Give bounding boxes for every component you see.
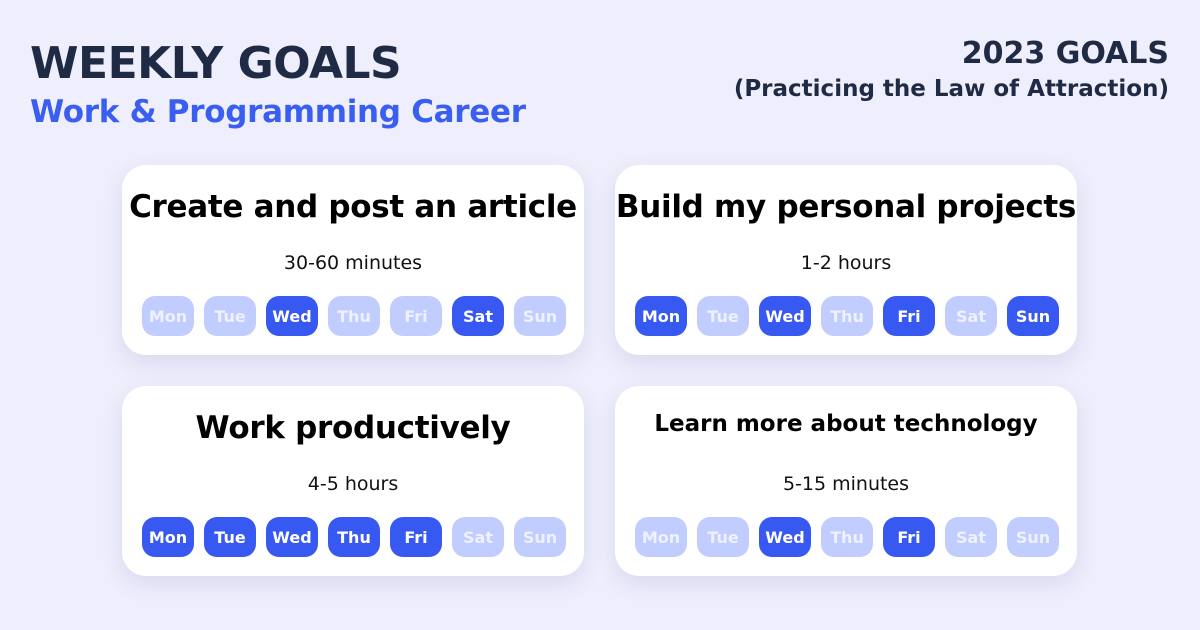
header-left: WEEKLY GOALS Work & Programming Career [30,38,526,132]
goal-title: Create and post an article [129,189,577,225]
day-toggle-mon[interactable]: Mon [635,517,687,557]
goal-title: Build my personal projects [615,189,1077,225]
year-subtitle: (Practicing the Law of Attraction) [733,76,1169,102]
goal-title: Learn more about technology [654,411,1038,437]
goal-card-work: Work productively 4-5 hours Mon Tue Wed … [122,386,584,576]
day-toggle-sun[interactable]: Sun [1007,296,1059,336]
day-toggle-thu[interactable]: Thu [821,517,873,557]
goal-duration: 1-2 hours [800,252,892,274]
day-toggle-fri[interactable]: Fri [883,517,935,557]
day-toggle-tue[interactable]: Tue [204,517,256,557]
goal-duration: 30-60 minutes [283,252,423,274]
day-toggle-fri[interactable]: Fri [883,296,935,336]
day-toggle-sun[interactable]: Sun [1007,517,1059,557]
day-toggle-wed[interactable]: Wed [759,517,811,557]
page-title: WEEKLY GOALS [30,38,402,89]
day-toggle-sun[interactable]: Sun [514,517,566,557]
day-toggle-fri[interactable]: Fri [390,296,442,336]
year-title: 2023 GOALS [961,36,1169,71]
day-toggle-sat[interactable]: Sat [452,517,504,557]
day-selector: Mon Tue Wed Thu Fri Sat Sun [142,517,566,557]
day-toggle-wed[interactable]: Wed [266,296,318,336]
goal-duration: 5-15 minutes [782,473,910,495]
day-toggle-thu[interactable]: Thu [328,296,380,336]
day-toggle-sun[interactable]: Sun [514,296,566,336]
day-selector: Mon Tue Wed Thu Fri Sat Sun [142,296,566,336]
day-toggle-mon[interactable]: Mon [142,517,194,557]
goal-card-projects: Build my personal projects 1-2 hours Mon… [615,165,1077,355]
day-toggle-mon[interactable]: Mon [635,296,687,336]
day-toggle-thu[interactable]: Thu [328,517,380,557]
goal-duration: 4-5 hours [307,473,399,495]
day-toggle-tue[interactable]: Tue [697,296,749,336]
day-toggle-tue[interactable]: Tue [204,296,256,336]
day-toggle-wed[interactable]: Wed [759,296,811,336]
day-toggle-tue[interactable]: Tue [697,517,749,557]
day-toggle-sat[interactable]: Sat [452,296,504,336]
header-right: 2023 GOALS (Practicing the Law of Attrac… [734,36,1169,105]
goal-card-article: Create and post an article 30-60 minutes… [122,165,584,355]
page-subtitle: Work & Programming Career [30,94,526,130]
day-toggle-fri[interactable]: Fri [390,517,442,557]
day-selector: Mon Tue Wed Thu Fri Sat Sun [635,296,1059,336]
goal-card-technology: Learn more about technology 5-15 minutes… [615,386,1077,576]
day-toggle-wed[interactable]: Wed [266,517,318,557]
day-toggle-sat[interactable]: Sat [945,517,997,557]
day-selector: Mon Tue Wed Thu Fri Sat Sun [635,517,1059,557]
day-toggle-thu[interactable]: Thu [821,296,873,336]
day-toggle-mon[interactable]: Mon [142,296,194,336]
goal-title: Work productively [195,410,511,446]
day-toggle-sat[interactable]: Sat [945,296,997,336]
